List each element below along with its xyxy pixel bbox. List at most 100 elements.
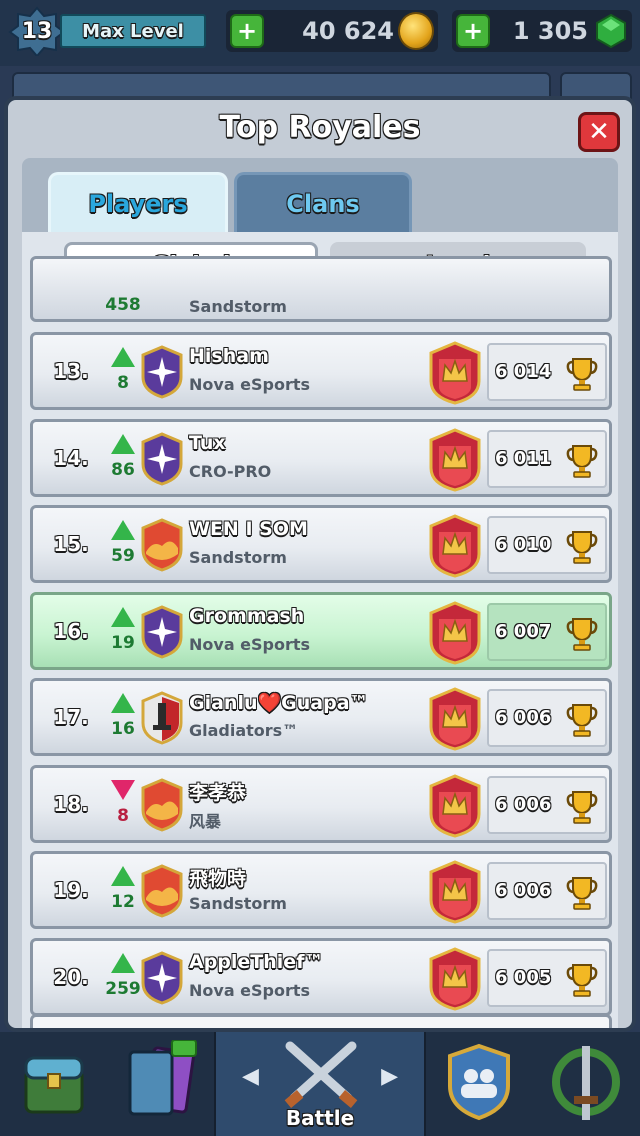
league-badge-icon — [429, 600, 481, 665]
trophy-icon — [565, 788, 599, 824]
trophy-value: 6 007 — [495, 620, 552, 642]
rank-up-icon — [111, 433, 135, 454]
clan-badge-icon — [141, 950, 183, 1005]
player-clan: Nova eSports — [189, 980, 311, 1000]
nav-battle[interactable]: ◀ ▶ Battle — [214, 1032, 426, 1136]
player-name: Tux — [189, 431, 226, 454]
clan-badge-icon — [141, 345, 183, 399]
clan-badge-icon — [141, 691, 183, 745]
add-gold-button[interactable]: + — [230, 14, 264, 48]
rank-change: 8 — [103, 345, 143, 401]
clan-icon — [448, 1043, 510, 1121]
rank-up-icon — [111, 606, 135, 627]
league-badge-icon — [429, 341, 481, 405]
popup-title: Top Royales — [219, 110, 421, 145]
trophy-value: 6 006 — [495, 793, 552, 815]
rank-up-icon — [111, 693, 135, 713]
close-button[interactable]: ✕ — [578, 112, 620, 152]
clan-badge-icon — [141, 777, 183, 832]
player-name: WEN I SOM — [189, 518, 308, 540]
leaderboard-list[interactable]: 458 Sandstorm 13. 8 Hisham Nova eSports 6 01… — [22, 256, 618, 1028]
list-item[interactable]: 17. 16 Gianlu❤️Guapa™ Gladiators™ 6 006 — [30, 678, 612, 756]
trophy-icon — [565, 355, 599, 391]
player-rank: 14. — [53, 445, 89, 470]
arrow-right-icon[interactable]: ▶ — [381, 1064, 398, 1089]
player-rank: 20. — [53, 964, 89, 989]
trophy-icon — [565, 615, 599, 651]
trophy-count: 6 011 — [487, 429, 607, 488]
gold-counter: + 40 624 — [226, 10, 438, 52]
player-name: Hisham — [189, 345, 269, 367]
player-rank: 18. — [53, 791, 89, 816]
player-rank: 17. — [53, 705, 89, 729]
player-clan: Sandstorm — [189, 548, 287, 567]
shop-icon — [24, 1056, 84, 1114]
player-name: Grommash — [189, 604, 305, 627]
trophy-icon — [565, 874, 599, 910]
clan-badge-icon — [141, 431, 183, 486]
list-item[interactable]: 18. 8 李孝恭 风暴 6 006 — [30, 764, 612, 843]
trophy-count: 6 010 — [487, 516, 607, 574]
clan-badge-icon — [141, 864, 183, 918]
trophy-count: 6 006 — [487, 862, 607, 920]
battle-icon — [284, 1041, 358, 1108]
player-rank: 16. — [53, 618, 89, 643]
trophy-icon — [565, 442, 599, 478]
clan-badge-icon — [141, 604, 183, 659]
list-item-partial[interactable] — [30, 1014, 612, 1028]
clan-badge-icon — [141, 518, 183, 572]
arrow-left-icon[interactable]: ◀ — [242, 1064, 259, 1089]
list-item[interactable]: 15. 59 WEN I SOM Sandstorm 6 010 — [30, 505, 612, 583]
level-label: Max Level — [60, 14, 206, 48]
player-name: Gianlu❤️Guapa™ — [189, 692, 369, 714]
rank-change: 458 — [103, 273, 143, 329]
rank-up-icon — [111, 520, 135, 540]
battle-label: Battle — [285, 1106, 355, 1130]
list-item[interactable]: 14. 86 Tux CRO-PRO 6 011 — [30, 418, 612, 497]
player-name: AppleThief™ — [189, 950, 324, 973]
tab-players[interactable]: Players — [48, 172, 228, 232]
player-rank: 13. — [53, 359, 89, 383]
trophy-count: 6 006 — [487, 689, 607, 747]
list-item-partial[interactable]: 458 Sandstorm — [30, 256, 612, 322]
rank-up-icon — [111, 866, 135, 886]
add-gems-button[interactable]: + — [456, 14, 490, 48]
player-name: 李孝恭 — [189, 781, 247, 804]
gem-counter: + 1 305 — [452, 10, 632, 52]
tournament-icon — [552, 1046, 620, 1120]
rank-change: 19 — [103, 605, 143, 661]
nav-cards[interactable] — [106, 1032, 214, 1136]
rank-change: 86 — [103, 432, 143, 488]
list-item[interactable]: 19. 12 飛物時 Sandstorm 6 006 — [30, 851, 612, 929]
tab-clans[interactable]: Clans — [234, 172, 412, 232]
trophy-value: 6 014 — [495, 361, 552, 382]
player-clan: Gladiators™ — [189, 721, 299, 740]
league-badge-icon — [429, 860, 481, 924]
list-item[interactable]: 20. 259 AppleThief™ Nova eSports 6 005 — [30, 937, 612, 1016]
player-name: 飛物時 — [189, 868, 247, 890]
nav-tournaments[interactable] — [532, 1032, 640, 1136]
trophy-value: 6 011 — [495, 447, 552, 469]
close-icon: ✕ — [588, 117, 610, 147]
list-item[interactable]: 13. 8 Hisham Nova eSports 6 014 — [30, 332, 612, 410]
player-clan: Sandstorm — [189, 894, 287, 913]
rank-change: 259 — [103, 951, 143, 1007]
bottom-nav: ◀ ▶ Battle — [0, 1032, 640, 1136]
gold-amount: 40 624 — [302, 17, 394, 45]
rank-change: 8 — [103, 778, 143, 834]
trophy-count: 6 007 — [487, 602, 607, 661]
rank-up-icon — [111, 347, 135, 367]
nav-clan[interactable] — [426, 1032, 532, 1136]
list-item[interactable]: 16. 19 Grommash Nova eSports 6 007 — [30, 591, 612, 670]
trophy-value: 6 006 — [495, 880, 552, 901]
trophy-value: 6 006 — [495, 707, 552, 728]
league-badge-icon — [429, 427, 481, 492]
rank-down-icon — [111, 779, 135, 800]
nav-shop[interactable] — [0, 1032, 106, 1136]
league-badge-icon — [429, 773, 481, 838]
level-badge[interactable]: 13 — [8, 6, 66, 58]
rank-change: 12 — [103, 864, 143, 920]
cards-icon — [128, 1040, 197, 1116]
rank-change: 59 — [103, 518, 143, 574]
rank-change: 16 — [103, 691, 143, 747]
